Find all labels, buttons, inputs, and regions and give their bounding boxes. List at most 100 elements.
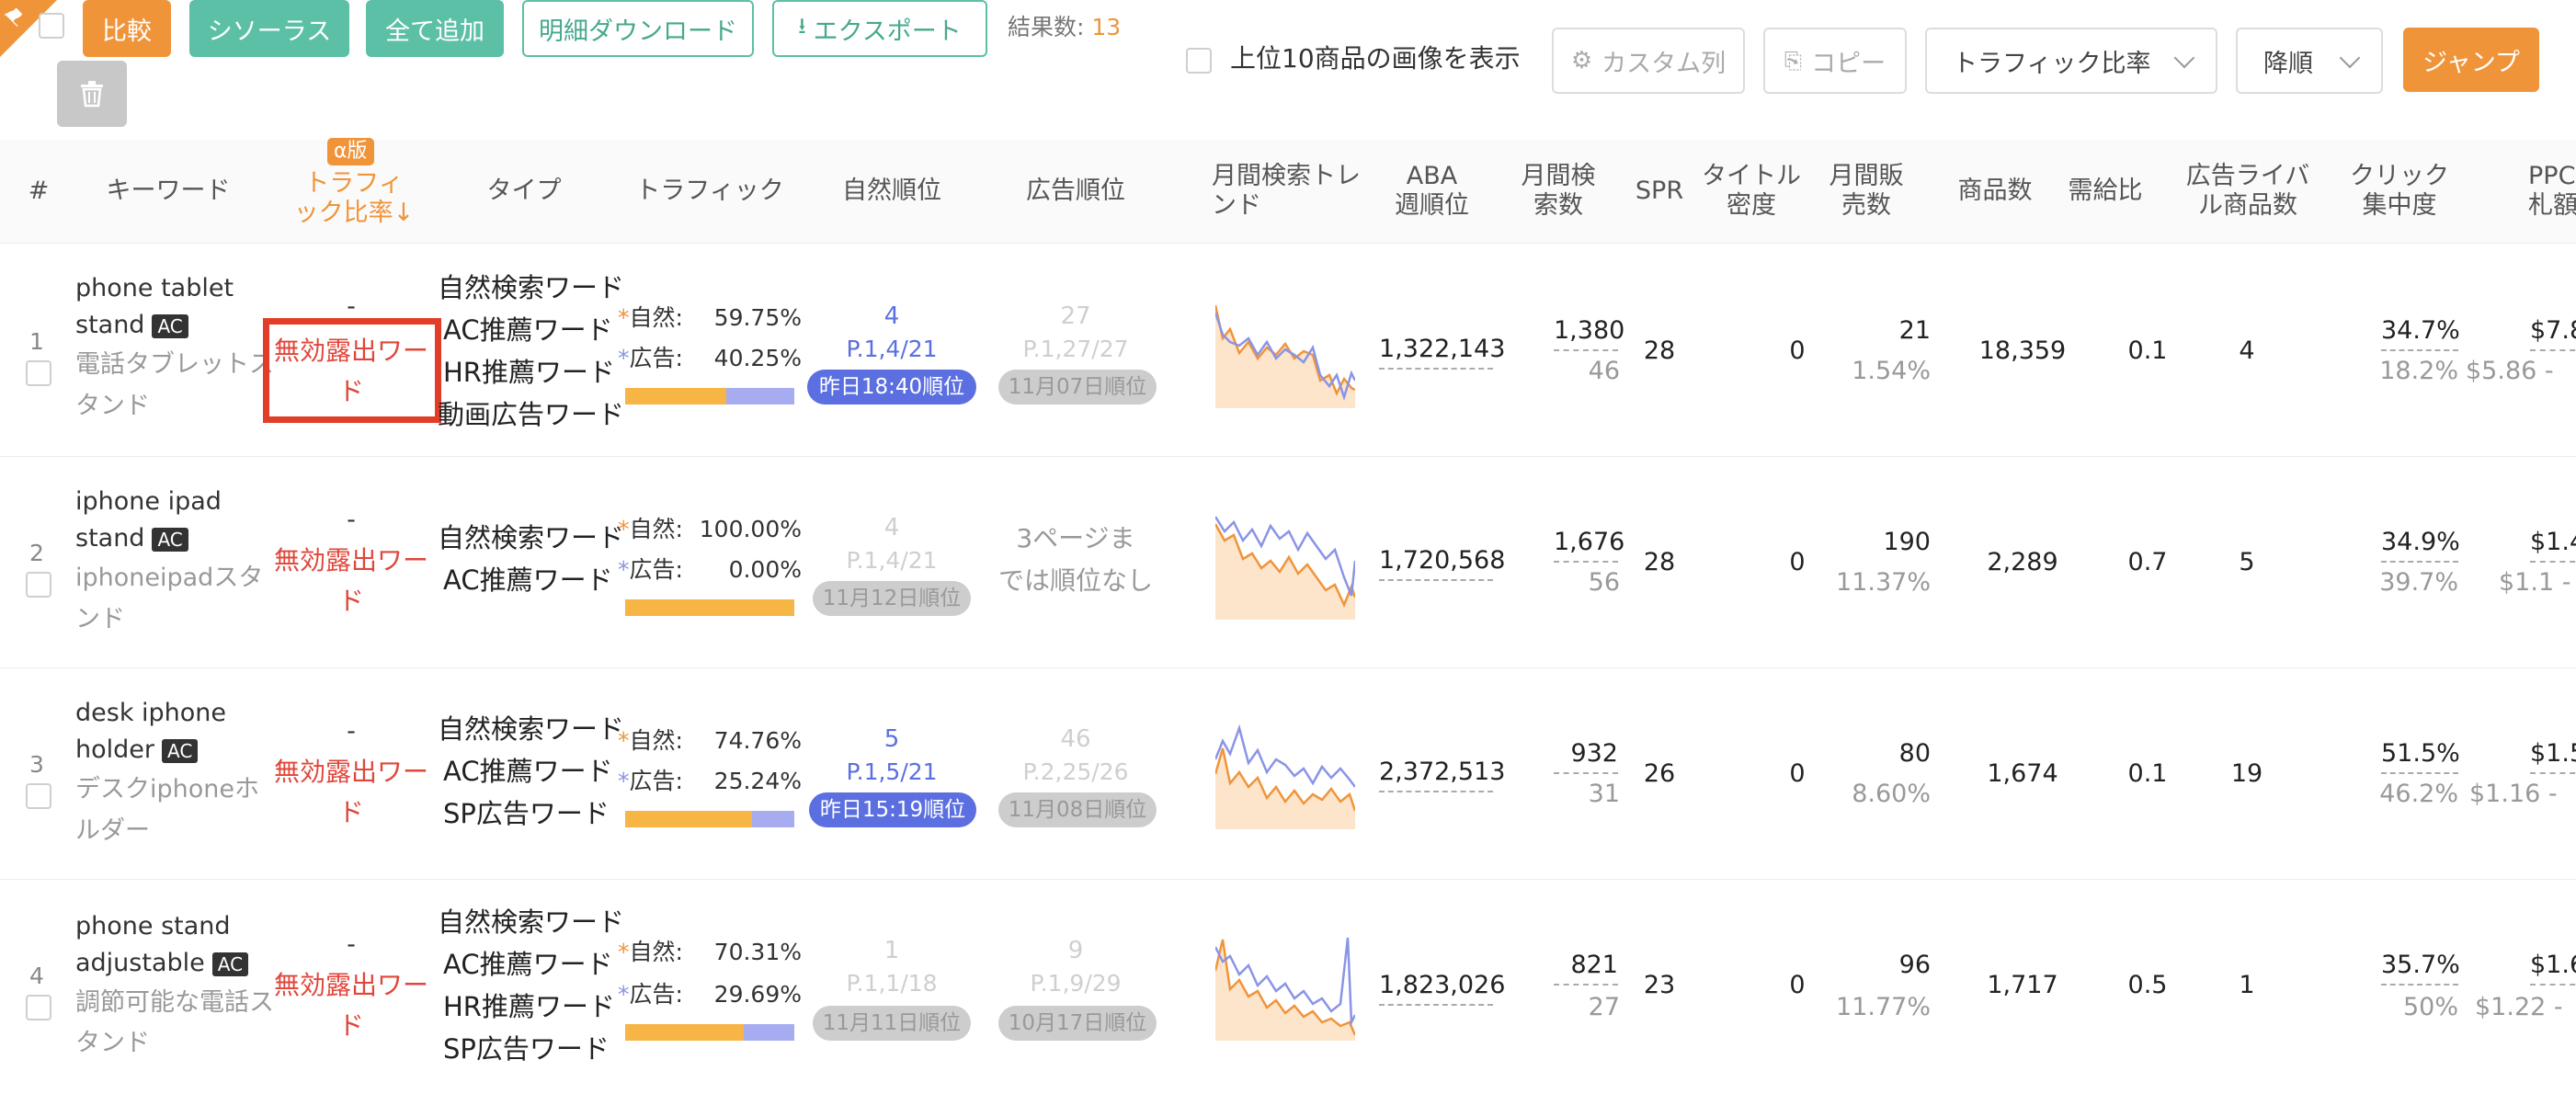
ad-rivals[interactable]: 5 xyxy=(2201,544,2293,581)
ppc-bid[interactable]: $1.4 xyxy=(2530,524,2576,563)
ad-rivals[interactable]: 1 xyxy=(2201,967,2293,1004)
monthly-sales: 21 xyxy=(1898,316,1931,345)
natural-rank[interactable]: 4 xyxy=(800,298,984,335)
monthly-search[interactable]: 1,380 xyxy=(1554,313,1624,351)
keyword-en[interactable]: phone stand xyxy=(75,908,231,945)
ratio-dash: - xyxy=(347,930,356,959)
natural-rank[interactable]: 5 xyxy=(800,721,984,758)
row-checkbox[interactable] xyxy=(26,783,51,809)
ac-badge: AC xyxy=(152,313,188,338)
trend-sparkline[interactable] xyxy=(1215,513,1355,620)
col-spr[interactable]: SPR xyxy=(1627,140,1692,243)
custom-columns-button[interactable]: ⚙ カスタム列 xyxy=(1552,28,1745,94)
sort-order-select[interactable]: 降順 xyxy=(2236,28,2383,94)
ad-rivals[interactable]: 4 xyxy=(2201,333,2293,370)
delete-button[interactable] xyxy=(57,61,127,127)
compare-button[interactable]: 比較 xyxy=(83,0,171,57)
monthly-sales-rate: 1.54% xyxy=(1852,357,1931,385)
ad-label: 広告: xyxy=(629,556,683,583)
jump-button[interactable]: ジャンプ xyxy=(2403,28,2539,92)
keyword-en[interactable]: desk iphone xyxy=(75,695,226,732)
ad-rivals[interactable]: 19 xyxy=(2201,756,2293,792)
ad-rank[interactable]: 27 xyxy=(984,298,1168,335)
ratio-invalid-label-2[interactable]: ド xyxy=(267,583,436,620)
keyword-line2: adjustable xyxy=(75,949,205,977)
table-row[interactable]: 3 desk iphone holder AC デスクiphoneホ ルダー - … xyxy=(0,667,2576,879)
monthly-search[interactable]: 932 xyxy=(1554,735,1618,774)
keyword-en[interactable]: phone tablet xyxy=(75,270,234,307)
ppc-bid[interactable]: $1.6 xyxy=(2530,947,2576,986)
keyword-en[interactable]: iphone ipad xyxy=(75,484,222,520)
click-concentration[interactable]: 34.9% xyxy=(2381,524,2460,563)
ratio-invalid-label-2[interactable]: ド xyxy=(267,1008,436,1044)
type-item: HR推薦ワード xyxy=(443,991,615,1022)
ppc-bid[interactable]: $7.8 xyxy=(2530,313,2576,351)
click-concentration[interactable]: 51.5% xyxy=(2381,735,2460,774)
ratio-invalid-label-2[interactable]: ド xyxy=(267,794,436,831)
aba-rank[interactable]: 2,372,513 xyxy=(1379,754,1505,792)
col-monthly-search[interactable]: 月間検 索数 xyxy=(1508,140,1609,243)
type-item: AC推薦ワード xyxy=(443,314,613,346)
col-ppc[interactable]: PPC 札額 xyxy=(2528,140,2576,243)
col-ad-rivals[interactable]: 広告ライバ ル商品数 xyxy=(2179,140,2317,243)
thesaurus-button[interactable]: シソーラス xyxy=(189,0,349,57)
col-click-concentration[interactable]: クリック 集中度 xyxy=(2344,140,2455,243)
col-ad-rank[interactable]: 広告順位 xyxy=(984,140,1168,243)
monthly-search[interactable]: 821 xyxy=(1554,947,1618,986)
keyword-en-2[interactable]: adjustable AC xyxy=(75,945,249,982)
star-icon: * xyxy=(618,304,630,331)
col-monthly-sales[interactable]: 月間販 売数 xyxy=(1820,140,1912,243)
ad-rank[interactable]: 46 xyxy=(984,721,1168,758)
table-row[interactable]: 2 iphone ipad stand AC iphoneipadスタ ンド - … xyxy=(0,456,2576,667)
trend-sparkline[interactable] xyxy=(1215,723,1355,829)
table-row[interactable]: 4 phone stand adjustable AC 調節可能な電話ス タンド … xyxy=(0,879,2576,1094)
natural-rank-page: P.1,4/21 xyxy=(846,547,938,574)
aba-rank[interactable]: 1,823,026 xyxy=(1379,967,1505,1006)
col-type: タイプ xyxy=(486,177,562,205)
keyword-en-2[interactable]: stand AC xyxy=(75,520,188,557)
row-checkbox[interactable] xyxy=(26,995,51,1020)
row-checkbox[interactable] xyxy=(26,360,51,386)
aba-rank[interactable]: 1,322,143 xyxy=(1379,331,1505,370)
natural-label: 自然: xyxy=(629,304,683,331)
natural-rank[interactable]: 1 xyxy=(800,932,984,969)
ratio-invalid-label[interactable]: 無効露出ワー xyxy=(267,754,436,791)
col-title-density-line1: タイトル xyxy=(1702,162,1801,190)
col-traffic-ratio[interactable]: トラフィ ック比率↓ xyxy=(276,154,432,243)
col-keyword[interactable]: キーワード xyxy=(83,140,254,243)
keyword-en-2[interactable]: holder AC xyxy=(75,732,199,769)
row-index: 1 xyxy=(29,328,44,355)
monthly-search[interactable]: 1,676 xyxy=(1554,524,1624,563)
row-checkbox[interactable] xyxy=(26,572,51,598)
export-button[interactable]: ⭳ エクスポート xyxy=(772,0,987,57)
col-title-density[interactable]: タイトル 密度 xyxy=(1701,140,1802,243)
col-product-count[interactable]: 商品数 xyxy=(1949,140,2041,243)
keyword-en-2[interactable]: stand AC xyxy=(75,307,188,344)
col-supply-demand[interactable]: 需給比 xyxy=(2059,140,2151,243)
ad-rank[interactable]: 9 xyxy=(984,932,1168,969)
copy-button[interactable]: ⎘ コピー xyxy=(1763,28,1907,94)
click-concentration[interactable]: 35.7% xyxy=(2381,947,2460,986)
aba-rank[interactable]: 1,720,568 xyxy=(1379,542,1505,581)
ratio-invalid-label[interactable]: 無効露出ワー xyxy=(267,542,436,579)
natural-rank[interactable]: 4 xyxy=(800,509,984,546)
col-aba[interactable]: ABA 週順位 xyxy=(1379,140,1485,243)
sort-field-select[interactable]: トラフィック比率 xyxy=(1925,28,2217,94)
select-all-top-checkbox[interactable] xyxy=(39,13,64,39)
ppc-bid[interactable]: $1.5 xyxy=(2530,735,2576,774)
table-row[interactable]: 1 phone tablet stand AC 電話タブレットス タンド - 無効… xyxy=(0,243,2576,456)
col-natural-rank[interactable]: 自然順位 xyxy=(800,140,984,243)
download-detail-button[interactable]: 明細ダウンロード xyxy=(522,0,754,57)
col-monthly-sales-line2: 売数 xyxy=(1841,191,1891,220)
ratio-invalid-label[interactable]: 無効露出ワー xyxy=(267,967,436,1004)
spr-value: 28 xyxy=(1643,336,1676,365)
supply-demand: 0.1 xyxy=(2127,759,2168,788)
sort-field-value: トラフィック比率 xyxy=(1953,49,2151,78)
click-concentration[interactable]: 34.7% xyxy=(2381,313,2460,351)
trend-sparkline[interactable] xyxy=(1215,302,1355,408)
monthly-sales-rate: 11.37% xyxy=(1836,568,1931,597)
traffic-bar xyxy=(625,1024,794,1041)
show-images-checkbox[interactable] xyxy=(1186,48,1212,74)
add-all-button[interactable]: 全て追加 xyxy=(366,0,504,57)
trend-sparkline[interactable] xyxy=(1215,934,1355,1041)
